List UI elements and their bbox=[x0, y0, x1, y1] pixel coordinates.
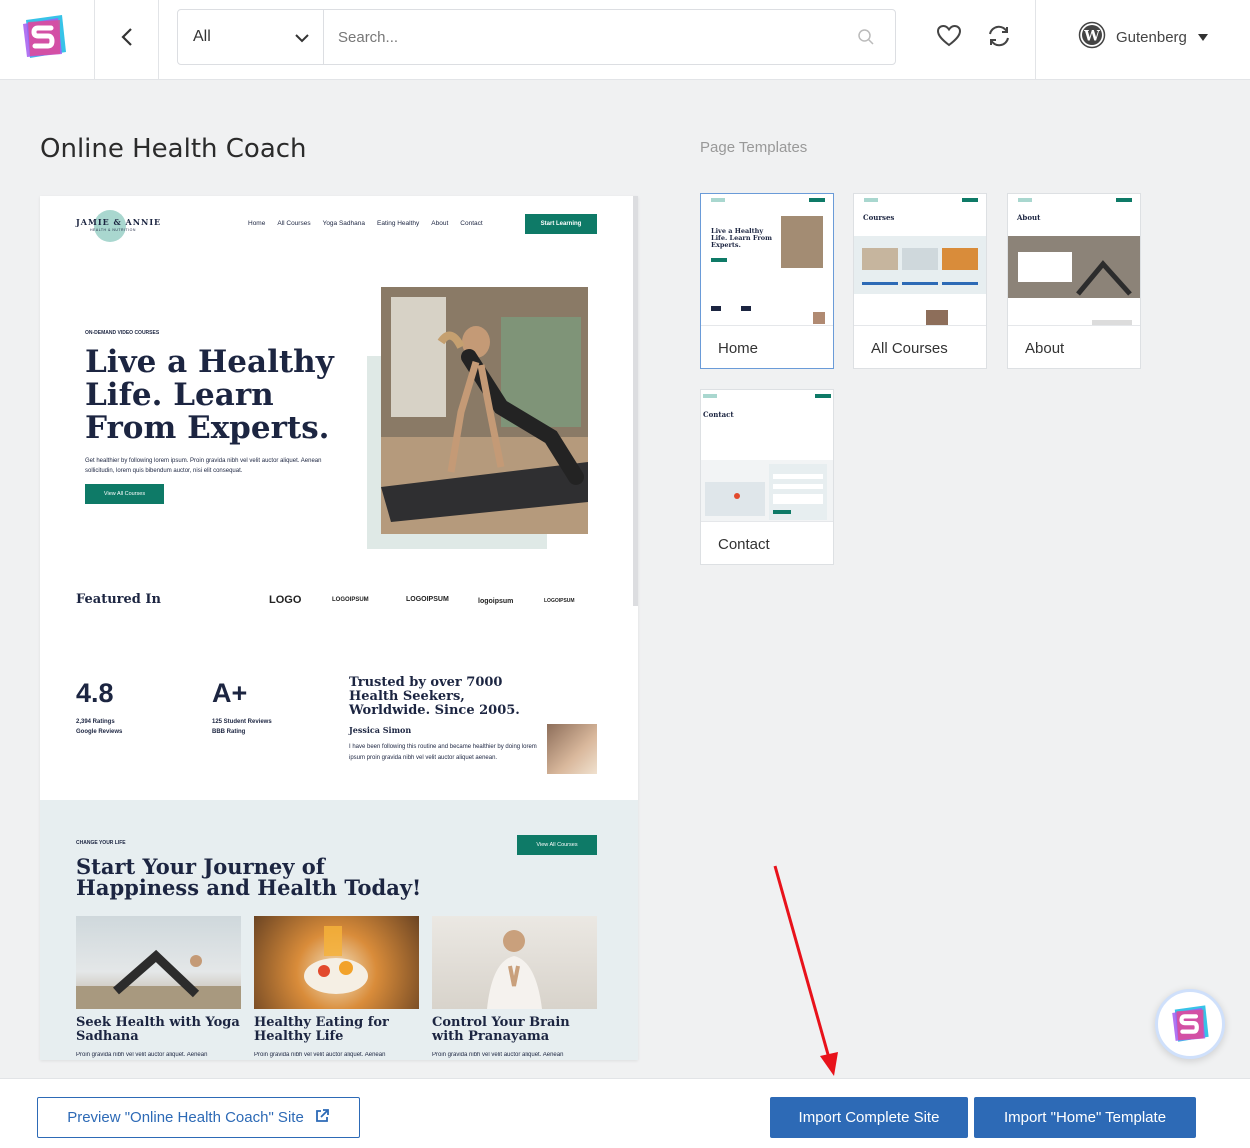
preview-hero-heading: Live a Healthy Life. Learn From Experts. bbox=[85, 344, 334, 446]
course-card-title: Control Your Brain with Pranayama bbox=[432, 1015, 570, 1044]
featured-in-label: Featured In bbox=[76, 592, 161, 607]
template-thumbnail: Courses bbox=[854, 194, 986, 326]
preview-nav-item: Home bbox=[248, 220, 266, 227]
svg-text:W: W bbox=[1083, 29, 1100, 45]
template-thumbnail: Contact bbox=[701, 390, 833, 522]
preview-nav-item: Contact bbox=[460, 220, 483, 227]
import-home-template-button[interactable]: Import "Home" Template bbox=[974, 1097, 1196, 1138]
testimonial-author: Jessica Simon bbox=[349, 725, 412, 735]
preview-nav-item: Eating Healthy bbox=[377, 220, 420, 227]
template-card-label: Home bbox=[718, 340, 759, 357]
brand-logo: LOGOIPSUM bbox=[544, 598, 575, 604]
page-templates-label: Page Templates bbox=[700, 139, 808, 156]
preview-nav-item: About bbox=[431, 220, 449, 227]
template-thumbnail: About bbox=[1008, 194, 1140, 326]
preview-logo: JAMIE & ANNIE HEALTH & NUTRITION bbox=[76, 210, 160, 244]
site-preview[interactable]: JAMIE & ANNIE HEALTH & NUTRITION Home Al… bbox=[40, 196, 638, 1060]
journey-section: CHANGE YOUR LIFE Start Your Journey of H… bbox=[40, 800, 638, 1060]
bbb-rating-value: A+ bbox=[212, 678, 248, 708]
search-icon[interactable] bbox=[857, 28, 875, 51]
preview-site-button[interactable]: Preview "Online Health Coach" Site bbox=[37, 1097, 360, 1138]
template-thumb-heading: Contact bbox=[703, 410, 734, 419]
preview-scrollbar[interactable] bbox=[633, 196, 638, 606]
preview-site-button-label: Preview "Online Health Coach" Site bbox=[67, 1109, 304, 1126]
brand-logo: logoipsum bbox=[478, 598, 514, 605]
template-thumb-heading: Courses bbox=[863, 213, 895, 222]
template-card-all-courses[interactable]: Courses All Courses bbox=[853, 193, 987, 369]
preview-hero-text: Get healthier by following lorem ipsum. … bbox=[85, 458, 322, 474]
category-select[interactable]: All bbox=[178, 10, 324, 64]
course-card-image bbox=[76, 916, 241, 1009]
course-card-text: Proin gravida nibh vel velit auctor aliq… bbox=[76, 1052, 208, 1058]
preview-nav-item: All Courses bbox=[277, 220, 311, 227]
back-chevron-icon[interactable] bbox=[112, 22, 142, 52]
starter-templates-help-icon[interactable] bbox=[1155, 989, 1225, 1059]
brand-logo: LOGOIPSUM bbox=[406, 596, 449, 603]
journey-kicker: CHANGE YOUR LIFE bbox=[76, 840, 126, 846]
caret-down-icon bbox=[1197, 29, 1209, 46]
preview-cta-button: Start Learning bbox=[525, 214, 597, 234]
course-card-title: Seek Health with Yoga Sadhana bbox=[76, 1015, 240, 1044]
testimonial-text: I have been following this routine and b… bbox=[349, 744, 537, 761]
template-card-label: About bbox=[1025, 340, 1065, 357]
wordpress-icon: W bbox=[1078, 21, 1106, 53]
testimonial-avatar bbox=[547, 724, 597, 774]
external-link-icon bbox=[314, 1108, 330, 1128]
search-box: All bbox=[177, 9, 896, 65]
template-card-contact[interactable]: Contact Contact bbox=[700, 389, 834, 565]
template-card-label: Contact bbox=[718, 536, 770, 553]
preview-hero-button: View All Courses bbox=[85, 484, 164, 504]
divider bbox=[158, 0, 159, 80]
preview-kicker: ON-DEMAND VIDEO COURSES bbox=[85, 330, 160, 336]
rating-label: 2,394 Ratings Google Reviews bbox=[76, 719, 123, 735]
bbb-rating-label: 125 Student Reviews BBB Rating bbox=[212, 719, 272, 735]
template-thumb-heading: Live a Healthy Life. Learn From Experts. bbox=[711, 227, 772, 249]
preview-nav-item: Yoga Sadhana bbox=[322, 220, 365, 227]
top-bar: All W Gutenberg bbox=[0, 0, 1250, 80]
search-input[interactable] bbox=[338, 10, 858, 64]
starter-templates-logo-icon[interactable] bbox=[18, 12, 70, 62]
divider bbox=[1035, 0, 1036, 80]
divider bbox=[94, 0, 95, 80]
favorites-heart-icon[interactable] bbox=[936, 24, 962, 53]
trust-heading: Trusted by over 7000 Health Seekers, Wor… bbox=[349, 675, 520, 718]
course-card-image bbox=[432, 916, 597, 1009]
course-card-text: Proin gravida nibh vel velit auctor aliq… bbox=[254, 1052, 386, 1058]
hero-yoga-image bbox=[381, 287, 588, 534]
template-card-about[interactable]: About About bbox=[1007, 193, 1141, 369]
sync-refresh-icon[interactable] bbox=[986, 24, 1012, 53]
journey-button: View All Courses bbox=[517, 835, 597, 855]
template-card-home[interactable]: Live a Healthy Life. Learn From Experts.… bbox=[700, 193, 834, 369]
journey-heading: Start Your Journey of Happiness and Heal… bbox=[76, 854, 422, 900]
chevron-down-icon bbox=[295, 30, 309, 48]
category-select-value: All bbox=[193, 28, 211, 45]
template-card-label: All Courses bbox=[871, 340, 948, 357]
course-card-text: Proin gravida nibh vel velit auctor aliq… bbox=[432, 1052, 564, 1058]
page-builder-label: Gutenberg bbox=[1116, 28, 1187, 46]
course-card-title: Healthy Eating for Healthy Life bbox=[254, 1015, 389, 1044]
brand-logo: LOGOIPSUM bbox=[332, 597, 369, 603]
preview-nav: Home All Courses Yoga Sadhana Eating Hea… bbox=[248, 220, 483, 227]
page-title: Online Health Coach bbox=[40, 134, 307, 164]
rating-value: 4.8 bbox=[76, 678, 114, 708]
template-thumbnail: Live a Healthy Life. Learn From Experts. bbox=[701, 194, 833, 326]
import-complete-site-button[interactable]: Import Complete Site bbox=[770, 1097, 968, 1138]
brand-logo: LOGO bbox=[269, 594, 302, 606]
page-builder-select[interactable]: W Gutenberg bbox=[1078, 21, 1209, 53]
bottom-action-bar: Preview "Online Health Coach" Site Impor… bbox=[0, 1078, 1250, 1148]
course-card-image bbox=[254, 916, 419, 1009]
template-thumb-heading: About bbox=[1017, 213, 1041, 222]
